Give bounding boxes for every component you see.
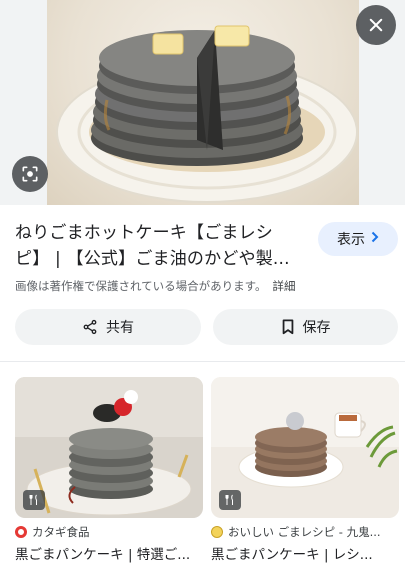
chevron-right-icon — [371, 231, 379, 247]
detail-link[interactable]: 詳細 — [273, 279, 296, 293]
fork-knife-icon — [225, 494, 233, 505]
copyright-text: 画像は著作権で保護されている場合があります。 — [15, 279, 267, 293]
copyright-notice: 画像は著作権で保護されている場合があります。 詳細 — [15, 278, 296, 294]
result-title[interactable]: ねりごまホットケーキ【ごまレシピ】 | 【公式】ごま油のかどや製... — [15, 220, 305, 272]
save-label: 保存 — [302, 320, 331, 336]
pancake-photo[interactable] — [47, 0, 359, 205]
section-divider — [0, 361, 405, 362]
recipe-badge — [23, 490, 45, 510]
source-name: カタギ食品 — [32, 525, 90, 539]
related-card[interactable]: おいしい ごまレシピ - 九鬼... 黒ごまパンケーキ | レシ... — [211, 377, 399, 563]
lens-icon — [22, 166, 38, 182]
pancake-illustration — [56, 25, 358, 203]
save-button[interactable]: 保存 — [213, 309, 398, 345]
favicon-icon — [15, 526, 27, 538]
related-source: おいしい ごまレシピ - 九鬼... — [211, 524, 399, 540]
share-icon — [83, 319, 97, 335]
share-label: 共有 — [106, 320, 134, 336]
related-source: カタギ食品 — [15, 524, 203, 540]
recipe-badge — [219, 490, 241, 510]
close-icon — [369, 18, 383, 32]
fork-knife-icon — [29, 494, 37, 505]
related-title[interactable]: 黒ごまパンケーキ | レシ... — [211, 543, 399, 563]
bookmark-icon — [282, 319, 293, 335]
visit-label: 表示 — [337, 232, 365, 248]
related-image[interactable] — [15, 377, 203, 518]
visit-button[interactable]: 表示 — [318, 222, 398, 256]
related-title[interactable]: 黒ごまパンケーキ | 特選ご... — [15, 543, 203, 563]
related-image[interactable] — [211, 377, 399, 518]
share-button[interactable]: 共有 — [15, 309, 201, 345]
related-card[interactable]: カタギ食品 黒ごまパンケーキ | 特選ご... — [15, 377, 203, 563]
favicon-icon — [211, 526, 223, 538]
lens-button[interactable] — [12, 156, 48, 192]
close-button[interactable] — [356, 5, 396, 45]
hero-image-area — [0, 0, 405, 205]
source-name: おいしい ごまレシピ - 九鬼... — [228, 525, 381, 539]
